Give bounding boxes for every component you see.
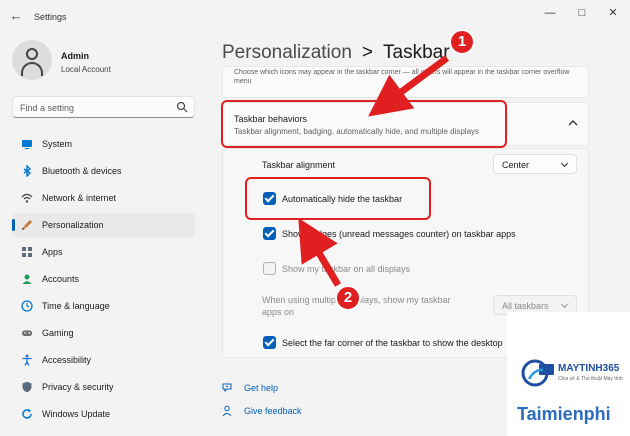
overflow-description: Choose which icons may appear in the tas… (234, 69, 570, 85)
badges-label: Show badges (unread messages counter) on… (282, 229, 516, 239)
search-placeholder: Find a setting (20, 103, 75, 113)
highlight-auto-hide (245, 177, 431, 220)
brush-icon (22, 220, 32, 230)
watermark: MAYTINH365 Chia sẻ & Thủ thuật Máy tính … (507, 312, 630, 436)
sidebar-item-label: Accessibility (42, 355, 92, 365)
sidebar-item-label: Windows Update (42, 409, 111, 419)
search-icon (176, 101, 188, 113)
chevron-up-icon[interactable] (567, 117, 579, 129)
far-corner-checkbox[interactable] (263, 336, 276, 349)
sidebar-item-label: Apps (42, 247, 63, 257)
search-input[interactable]: Find a setting (12, 96, 195, 118)
apps-icon (22, 247, 32, 257)
watermark-brand: MAYTINH365 (558, 363, 620, 374)
sidebar: Admin Local Account Find a setting Syste… (0, 32, 205, 436)
feedback-icon (222, 405, 232, 417)
sidebar-item-personalization[interactable]: Personalization (12, 213, 195, 237)
sidebar-item-label: Accounts (42, 274, 80, 284)
overflow-card: Choose which icons may appear in the tas… (222, 66, 589, 98)
sidebar-item-label: Network & internet (42, 193, 117, 203)
alignment-label: Taskbar alignment (262, 160, 336, 170)
page-title: Taskbar (383, 42, 450, 63)
accessibility-icon (22, 354, 32, 366)
annotation-badge-2: 2 (335, 285, 361, 311)
sidebar-item-time-language[interactable]: Time & language (12, 294, 195, 318)
monitor-icon (22, 140, 32, 149)
avatar (12, 40, 52, 80)
chevron-down-icon (560, 303, 569, 309)
sidebar-item-label: Time & language (42, 301, 110, 311)
chevron-down-icon (560, 162, 569, 168)
close-icon[interactable]: ✕ (605, 6, 621, 20)
user-name: Admin (61, 51, 89, 61)
sidebar-item-label: System (42, 139, 73, 149)
sidebar-item-label: Gaming (42, 328, 74, 338)
sidebar-item-label: Personalization (42, 220, 104, 230)
far-corner-label: Select the far corner of the taskbar to … (282, 338, 503, 348)
breadcrumb: Personalization > Taskbar (222, 42, 450, 64)
multi-display-value: All taskbars (502, 301, 549, 311)
alignment-value: Center (502, 160, 530, 170)
sidebar-item-gaming[interactable]: Gaming (12, 321, 195, 345)
gamepad-icon (22, 330, 32, 336)
sidebar-item-bluetooth[interactable]: Bluetooth & devices (12, 159, 195, 183)
get-help-label: Get help (244, 383, 279, 393)
all-displays-checkbox[interactable] (263, 262, 276, 275)
watermark-site: Taimienphi (517, 404, 611, 424)
active-indicator (12, 219, 15, 231)
sidebar-item-privacy[interactable]: Privacy & security (12, 375, 195, 399)
account-type: Local Account (61, 65, 111, 74)
sidebar-item-label: Privacy & security (42, 382, 114, 392)
sidebar-item-apps[interactable]: Apps (12, 240, 195, 264)
multi-display-label-2: apps on (262, 307, 295, 317)
wifi-icon (21, 193, 33, 203)
sidebar-item-network[interactable]: Network & internet (12, 186, 195, 210)
breadcrumb-parent[interactable]: Personalization (222, 42, 352, 63)
globe-clock-icon (21, 300, 33, 312)
window-title: Settings (34, 12, 67, 22)
badges-checkbox[interactable] (263, 227, 276, 240)
annotation-badge-1: 1 (449, 29, 475, 55)
sidebar-item-accounts[interactable]: Accounts (12, 267, 195, 291)
bluetooth-icon (23, 165, 32, 177)
watermark-logo-icon (521, 359, 554, 387)
settings-window: ← Settings — □ ✕ Admin Local Account Fin… (0, 0, 630, 436)
sidebar-item-label: Bluetooth & devices (42, 166, 122, 176)
update-icon (22, 408, 32, 419)
highlight-behaviors (221, 100, 507, 148)
shield-icon (22, 381, 32, 393)
minimize-icon[interactable]: — (542, 6, 558, 20)
alignment-dropdown[interactable]: Center (493, 154, 577, 174)
person-icon (22, 274, 32, 284)
sidebar-item-accessibility[interactable]: Accessibility (12, 348, 195, 372)
help-icon (222, 383, 232, 393)
user-profile[interactable]: Admin Local Account (12, 40, 202, 84)
back-arrow-icon[interactable]: ← (8, 9, 24, 23)
give-feedback-label: Give feedback (244, 406, 302, 416)
maximize-icon[interactable]: □ (574, 6, 590, 20)
all-displays-label: Show my taskbar on all displays (282, 264, 411, 274)
watermark-tagline: Chia sẻ & Thủ thuật Máy tính (558, 376, 623, 382)
title-bar: ← Settings — □ ✕ (0, 0, 630, 32)
breadcrumb-separator: > (361, 42, 374, 63)
sidebar-item-windows-update[interactable]: Windows Update (12, 402, 195, 426)
sidebar-item-system[interactable]: System (12, 132, 195, 156)
